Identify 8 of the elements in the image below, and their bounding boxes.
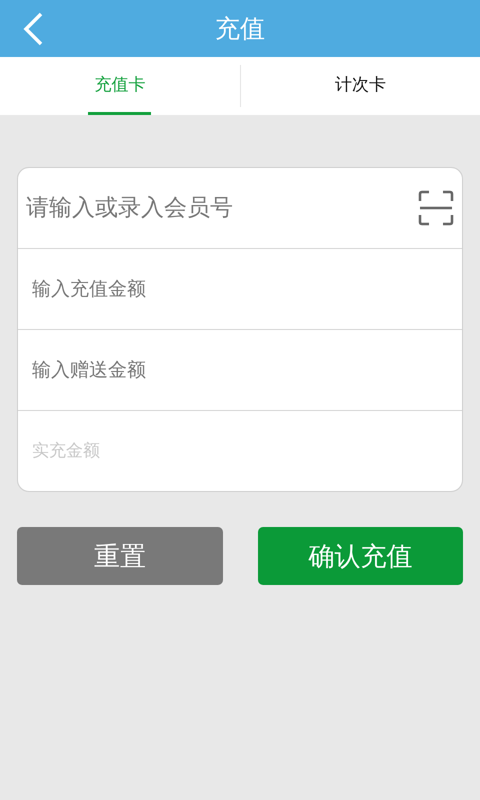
member-number-field[interactable]: 请输入或录入会员号 (24, 187, 418, 229)
back-icon[interactable] (22, 12, 44, 46)
reset-button[interactable]: 重置 (17, 527, 223, 585)
amount-field[interactable]: 输入充值金额 (30, 268, 454, 310)
page-title: 充值 (215, 13, 265, 45)
amount-field[interactable]: 输入赠送金额 (30, 349, 454, 391)
scan-icon[interactable] (418, 190, 454, 226)
confirm-button[interactable]: 确认充值 (258, 527, 463, 585)
